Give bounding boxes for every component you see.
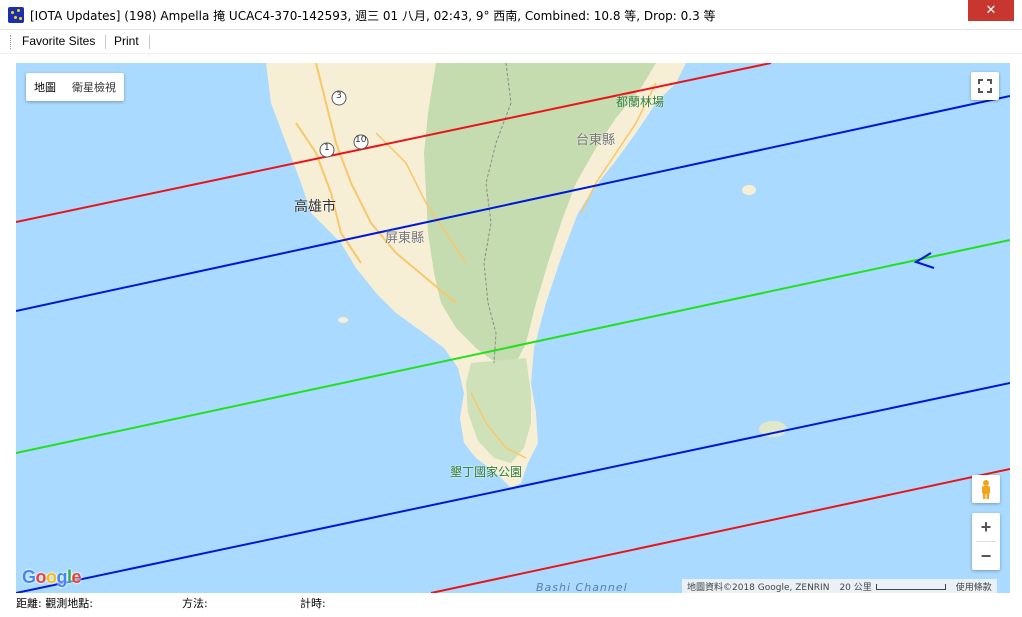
place-label-park: 墾丁國家公園 [450,465,523,479]
place-label-pingtung: 屏東縣 [385,231,425,246]
status-timing: 計時: [300,597,326,610]
scale-bar [875,584,946,590]
map-attribution-bar: 地圖資料©2018 Google, ZENRIN 20 公里 使用條款 [682,579,997,593]
road-number-1: 1 [324,143,330,153]
fullscreen-button[interactable] [971,72,999,100]
menu-separator [105,35,106,49]
menu-favorite-sites[interactable]: Favorite Sites [22,34,95,48]
toolbar-grip[interactable] [10,35,13,49]
title-bar: [IOTA Updates] (198) Ampella 掩 UCAC4-370… [0,0,1022,30]
status-method: 方法: [182,597,208,610]
map-type-control: 地圖 衛星檢視 [26,73,124,101]
close-icon: ✕ [985,3,997,18]
terms-link[interactable]: 使用條款 [951,580,997,593]
island-small [338,317,348,323]
pegman-icon [982,480,990,499]
map-attribution[interactable]: 地圖資料©2018 Google, ZENRIN [682,580,834,593]
map-scale[interactable]: 20 公里 [834,580,950,593]
close-button[interactable]: ✕ [968,0,1014,21]
menu-bar: Favorite Sites Print [0,30,1022,54]
zoom-control: + − [972,513,1000,570]
menu-print[interactable]: Print [114,34,139,48]
fullscreen-icon [978,79,992,93]
status-bar: 距離: 觀測地點: 方法: 計時: [0,593,1022,617]
scale-label: 20 公里 [839,582,872,593]
map-canvas [16,63,1010,593]
map-view[interactable]: 3 1 10 高雄市 屏東縣 台東縣 都蘭林場 墾丁國家公園 Bashi Cha… [16,63,1010,593]
road-number-10: 10 [355,135,367,145]
road-number-3: 3 [336,91,342,101]
window-title: [IOTA Updates] (198) Ampella 掩 UCAC4-370… [30,9,716,23]
app-icon[interactable] [8,7,24,23]
zoom-in-button[interactable]: + [972,513,1000,541]
street-view-button[interactable] [972,475,1000,503]
map-type-satellite[interactable]: 衛星檢視 [64,79,124,95]
google-logo[interactable]: Google [22,567,82,588]
place-label-taitung: 台東縣 [576,133,616,148]
status-distance: 距離: 觀測地點: [16,597,93,610]
map-type-roadmap[interactable]: 地圖 [26,79,64,95]
place-label-kaohsiung: 高雄市 [294,199,336,215]
island-green [742,185,756,195]
zoom-out-button[interactable]: − [972,542,1000,570]
direction-arrow [913,252,935,269]
place-label-airport: 都蘭林場 [616,95,665,109]
menu-separator [149,35,150,49]
place-label-channel: Bashi Channel [536,581,628,593]
